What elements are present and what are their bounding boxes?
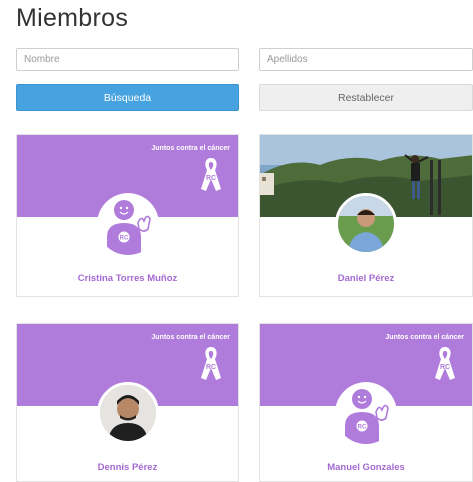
ribbon-logo-icon: RC <box>201 158 221 191</box>
member-card[interactable]: Juntos contra el cáncer RC Dennis Pérez <box>16 323 239 482</box>
member-card[interactable]: Juntos contra el cáncer RC RC Cristina T… <box>16 134 239 297</box>
first-name-input[interactable] <box>16 48 239 71</box>
member-card[interactable]: Juntos contra el cáncer RC RC Manuel Gon… <box>259 323 473 482</box>
member-name: Cristina Torres Muñoz <box>77 273 178 284</box>
reset-button[interactable]: Restablecer <box>259 84 473 111</box>
ribbon-logo-icon: RC <box>201 347 221 380</box>
default-avatar-icon: RC <box>96 193 159 255</box>
banner-tagline: Juntos contra el cáncer <box>151 145 230 152</box>
member-name: Daniel Pérez <box>337 273 395 284</box>
avatar-logo-text: RC <box>119 236 128 242</box>
page-title: Miembros <box>16 4 129 32</box>
avatar-logo-text: RC <box>358 425 367 431</box>
member-card[interactable]: Daniel Pérez <box>259 134 473 297</box>
default-avatar-icon: RC <box>335 382 397 444</box>
member-name: Manuel Gonzales <box>327 462 405 473</box>
avatar-photo <box>96 382 159 444</box>
banner-tagline: Juntos contra el cáncer <box>385 334 464 341</box>
search-button-label: Búsqueda <box>103 91 152 104</box>
logo-text: RC <box>206 364 216 371</box>
avatar-default: RC <box>96 193 159 255</box>
avatar-default: RC <box>335 382 397 444</box>
logo-text: RC <box>206 175 216 182</box>
banner-tagline: Juntos contra el cáncer <box>151 334 230 341</box>
ribbon-logo-icon: RC <box>435 347 455 380</box>
member-name: Dennis Pérez <box>97 462 158 473</box>
reset-button-label: Restablecer <box>337 91 395 104</box>
search-button[interactable]: Búsqueda <box>16 84 239 111</box>
avatar-photo <box>335 193 397 255</box>
profile-photo <box>338 196 394 252</box>
profile-photo <box>99 385 156 441</box>
last-name-input[interactable] <box>259 48 473 71</box>
logo-text: RC <box>440 364 450 371</box>
